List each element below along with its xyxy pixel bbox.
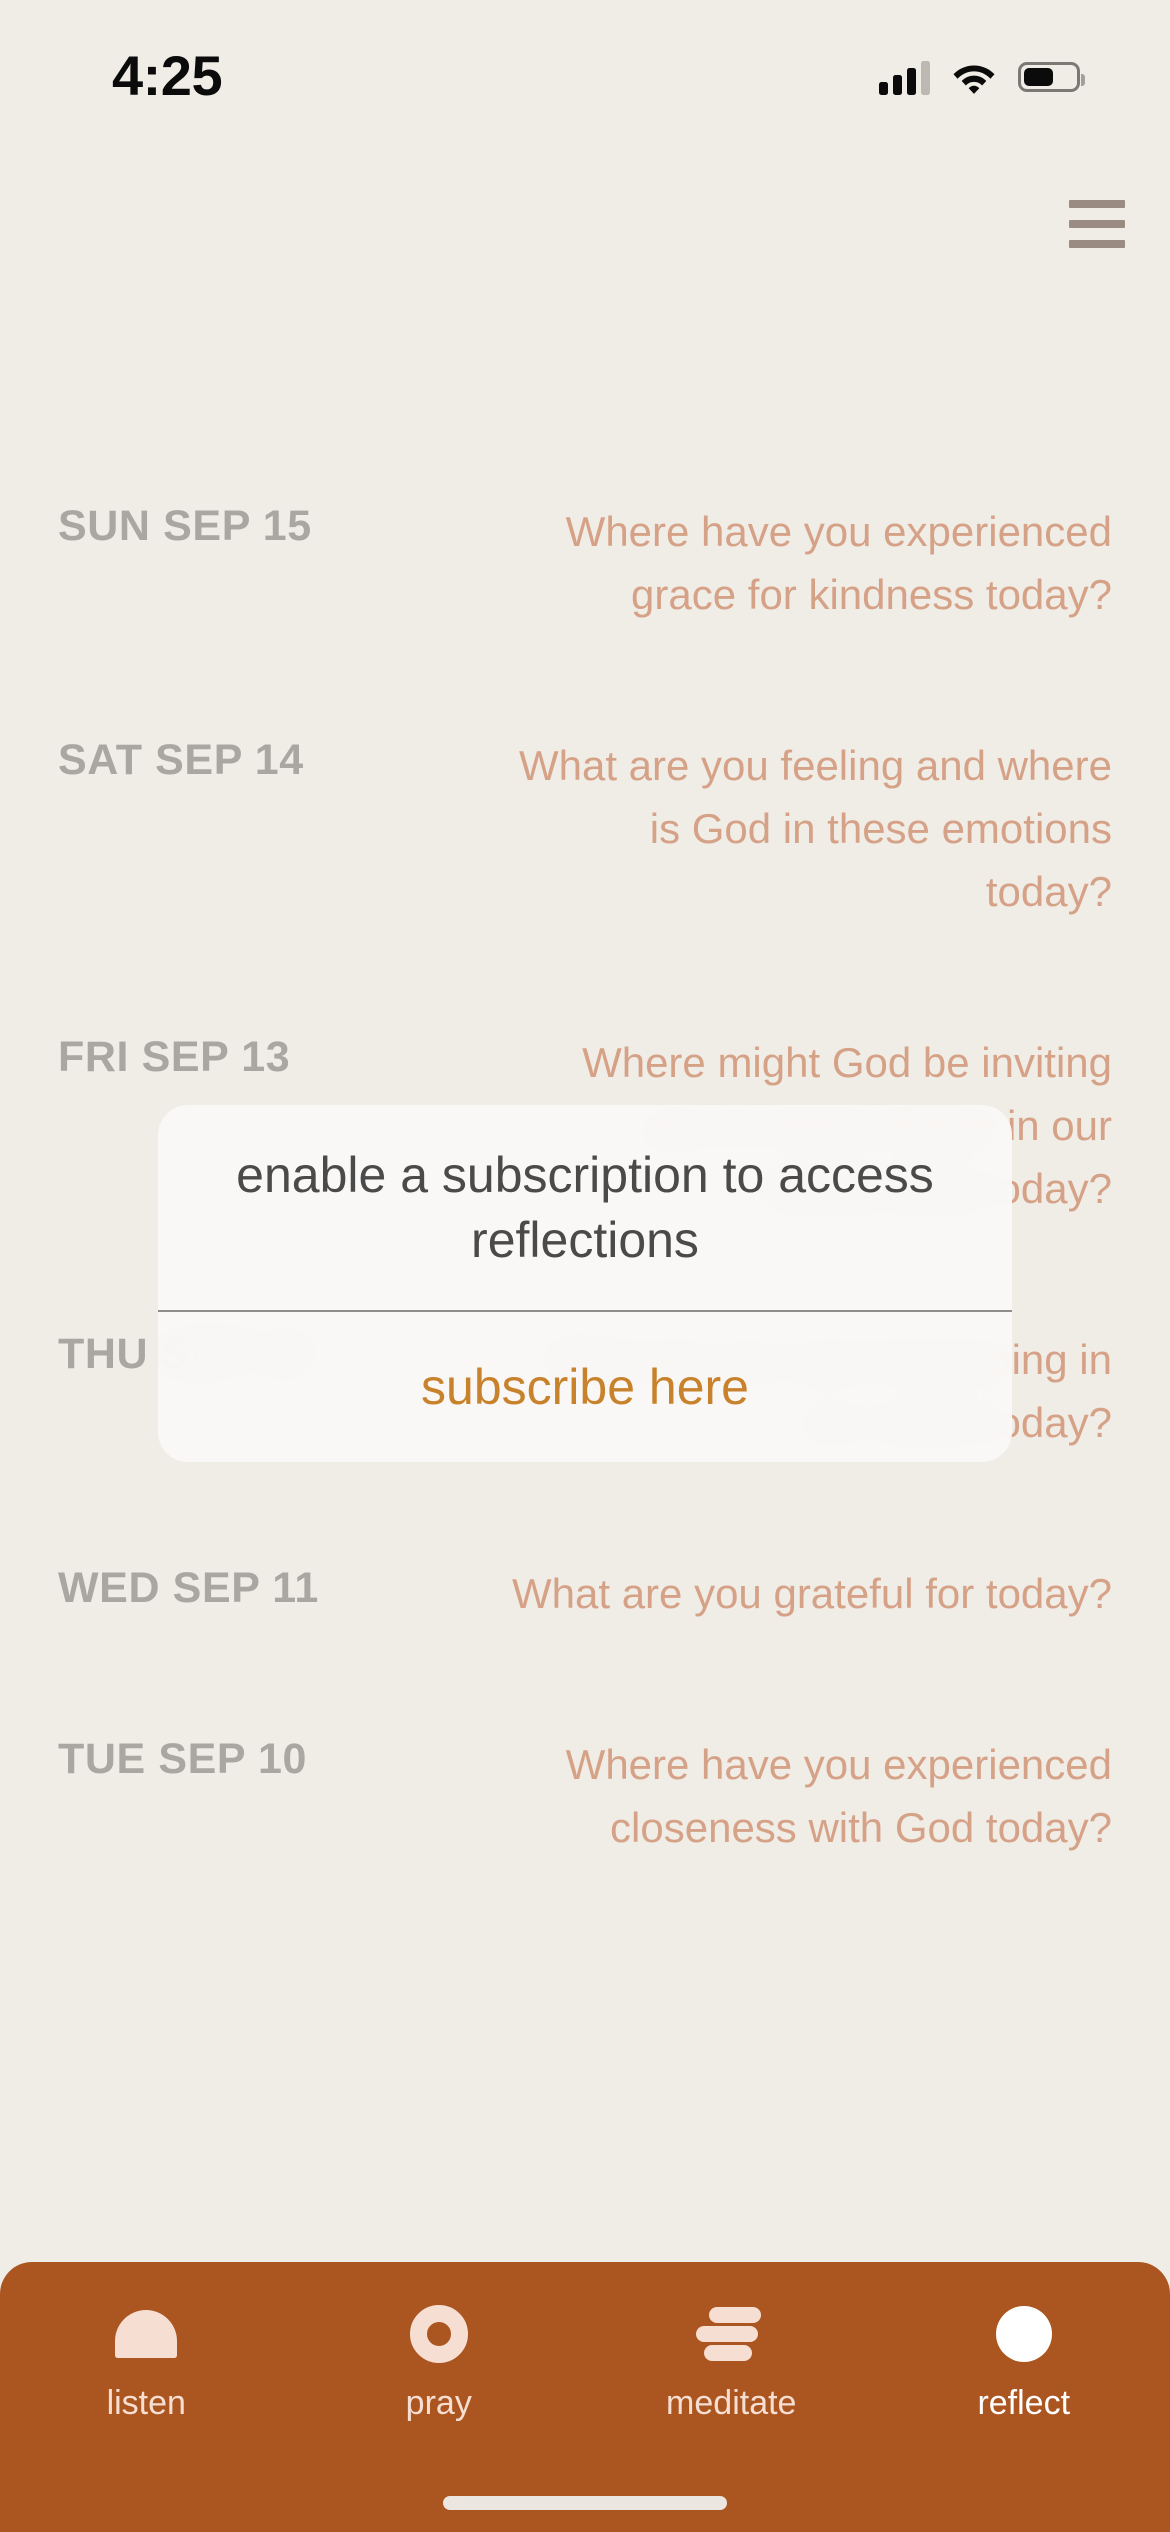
tab-listen[interactable]: listen bbox=[0, 2298, 293, 2532]
wifi-icon bbox=[952, 60, 996, 94]
status-bar-indicators bbox=[879, 59, 1085, 95]
ring-icon bbox=[409, 2298, 468, 2370]
reflection-question: What are you grateful for today? bbox=[512, 1570, 1112, 1617]
reflection-date: SUN SEP 15 bbox=[58, 502, 312, 550]
subscribe-button[interactable]: subscribe here bbox=[158, 1312, 1012, 1462]
reflection-date: TUE SEP 10 bbox=[58, 1735, 307, 1783]
subscribe-button-label: subscribe here bbox=[421, 1359, 749, 1415]
reflection-question: Where have you experienced closeness wit… bbox=[565, 1741, 1112, 1851]
list-item[interactable]: SUN SEP 15 Where have you experienced gr… bbox=[58, 500, 1112, 734]
reflection-date: SAT SEP 14 bbox=[58, 736, 304, 784]
subscription-dialog: enable a subscription to access reflecti… bbox=[158, 1105, 1012, 1462]
tab-listen-label: listen bbox=[106, 2384, 186, 2422]
battery-icon bbox=[1018, 62, 1085, 92]
menu-bar-3 bbox=[1069, 240, 1125, 248]
menu-bar-2 bbox=[1069, 220, 1125, 228]
tab-pray-label: pray bbox=[405, 2384, 472, 2422]
reflection-question: What are you feeling and where is God in… bbox=[518, 742, 1112, 915]
dome-icon bbox=[115, 2298, 178, 2370]
stacked-bars-icon bbox=[696, 2298, 766, 2370]
home-indicator[interactable] bbox=[443, 2496, 727, 2510]
reflection-date: FRI SEP 13 bbox=[58, 1033, 291, 1081]
filled-circle-icon bbox=[995, 2298, 1052, 2370]
reflection-question: Where have you experienced grace for kin… bbox=[565, 508, 1112, 618]
tab-reflect-label: reflect bbox=[977, 2384, 1071, 2422]
status-bar-time: 4:25 bbox=[112, 44, 223, 107]
hamburger-menu-icon[interactable] bbox=[1069, 196, 1125, 252]
status-bar: 4:25 bbox=[0, 0, 1170, 140]
menu-bar-1 bbox=[1069, 200, 1125, 208]
dialog-message: enable a subscription to access reflecti… bbox=[236, 1146, 934, 1268]
tab-reflect[interactable]: reflect bbox=[878, 2298, 1170, 2532]
list-item[interactable]: WED SEP 11 What are you grateful for tod… bbox=[58, 1562, 1112, 1733]
tab-meditate-label: meditate bbox=[666, 2384, 797, 2422]
dialog-message-area: enable a subscription to access reflecti… bbox=[158, 1105, 1012, 1310]
bottom-tab-bar: listen pray meditate reflect bbox=[0, 2262, 1170, 2532]
reflection-date: WED SEP 11 bbox=[58, 1564, 319, 1612]
list-item[interactable]: SAT SEP 14 What are you feeling and wher… bbox=[58, 734, 1112, 1031]
list-item[interactable]: TUE SEP 10 Where have you experienced cl… bbox=[58, 1733, 1112, 1967]
cellular-signal-icon bbox=[879, 59, 930, 95]
